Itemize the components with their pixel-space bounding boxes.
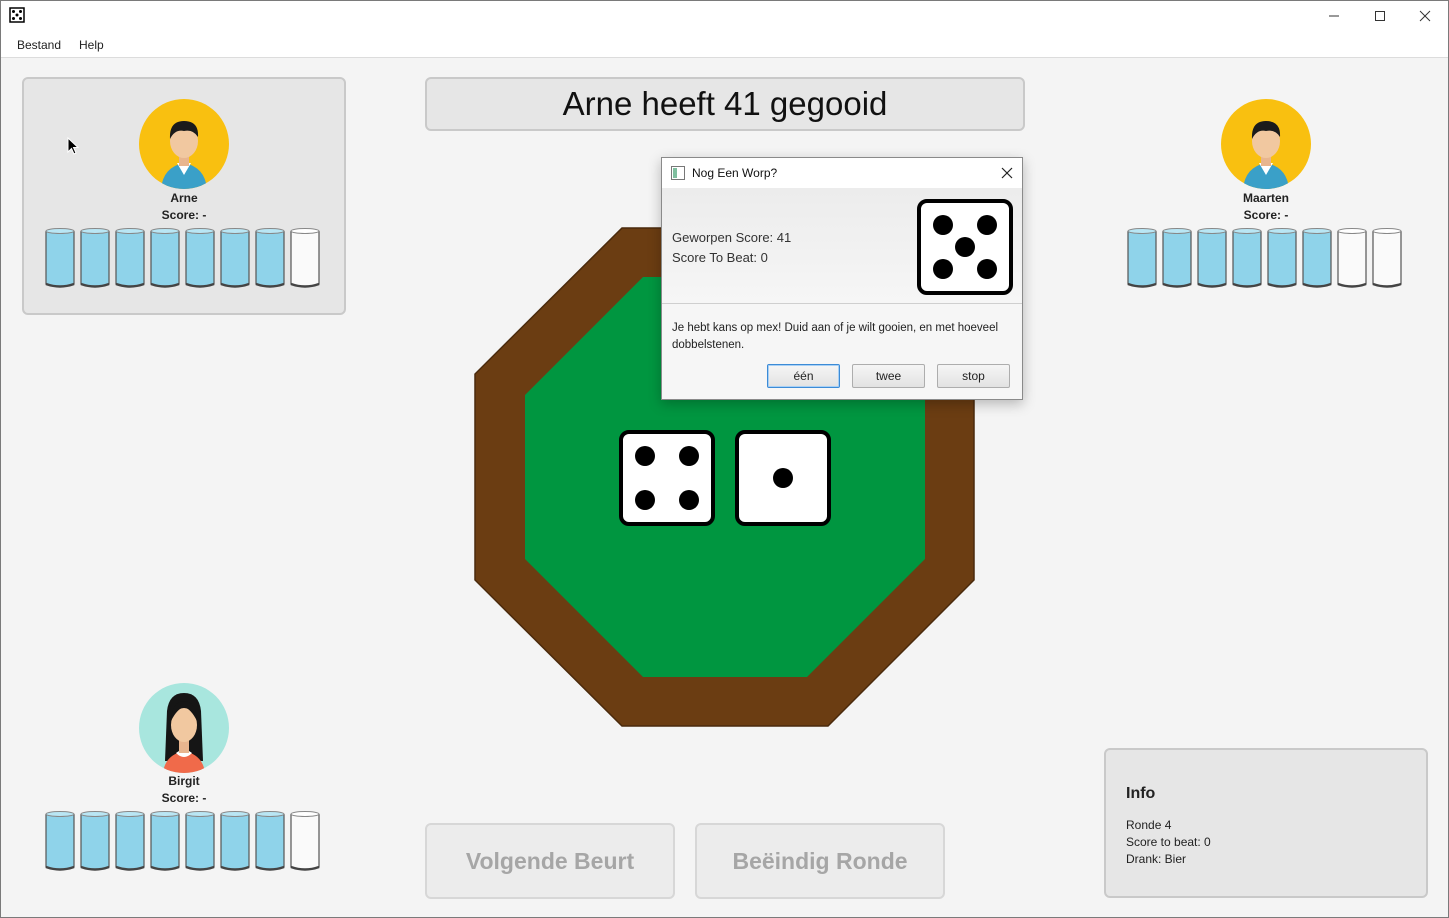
- thrown-score: Geworpen Score: 41: [672, 230, 792, 245]
- glasses-row-arne: [45, 228, 320, 288]
- next-turn-button[interactable]: Volgende Beurt: [425, 823, 675, 899]
- game-window: Bestand Help Arne Score: - Maarten Score…: [0, 0, 1449, 918]
- empty-glass-icon: [290, 811, 320, 871]
- die-pip: [955, 237, 975, 257]
- maximize-button[interactable]: [1357, 1, 1403, 31]
- menu-help[interactable]: Help: [79, 38, 104, 52]
- maximize-icon: [1375, 11, 1385, 21]
- full-glass-icon: [1197, 228, 1227, 288]
- minimize-icon: [1329, 15, 1339, 17]
- full-glass-icon: [255, 228, 285, 288]
- full-glass-icon: [1302, 228, 1332, 288]
- dialog-title-bar: Nog Een Worp?: [662, 158, 1022, 188]
- die-one[interactable]: [735, 430, 831, 526]
- die-pip: [635, 490, 655, 510]
- dialog-message: Je hebt kans op mex! Duid aan of je wilt…: [672, 322, 999, 351]
- empty-glass-icon: [1337, 228, 1367, 288]
- player-score: Score: -: [1243, 208, 1289, 222]
- die-pip: [977, 215, 997, 235]
- full-glass-icon: [80, 811, 110, 871]
- info-title: Info: [1126, 785, 1156, 802]
- one-die-button[interactable]: één: [767, 364, 840, 388]
- full-glass-icon: [220, 811, 250, 871]
- end-round-button[interactable]: Beëindig Ronde: [695, 823, 945, 899]
- dice-app-icon: [9, 7, 25, 23]
- full-glass-icon: [1267, 228, 1297, 288]
- stop-button[interactable]: stop: [937, 364, 1010, 388]
- close-button[interactable]: [1402, 1, 1448, 31]
- die-pip: [635, 446, 655, 466]
- male-avatar-icon: [1221, 99, 1311, 189]
- player-score: Score: -: [161, 208, 207, 222]
- status-banner: Arne heeft 41 gegooid: [425, 77, 1025, 131]
- window-icon: [671, 166, 685, 180]
- mouse-cursor-icon: [67, 137, 79, 155]
- die-pip: [933, 259, 953, 279]
- empty-glass-icon: [290, 228, 320, 288]
- dialog-header: Geworpen Score: 41 Score To Beat: 0: [662, 188, 1022, 304]
- full-glass-icon: [45, 228, 75, 288]
- dialog-close-icon[interactable]: [1001, 167, 1013, 179]
- glasses-row-maarten: [1127, 228, 1402, 288]
- full-glass-icon: [150, 811, 180, 871]
- die-pip: [977, 259, 997, 279]
- male-avatar-icon: [139, 99, 229, 189]
- close-icon: [1419, 10, 1431, 22]
- dialog-title: Nog Een Worp?: [692, 166, 778, 180]
- minimize-button[interactable]: [1311, 1, 1357, 31]
- die-pip: [933, 215, 953, 235]
- info-round: Ronde 4: [1126, 818, 1172, 832]
- full-glass-icon: [1162, 228, 1192, 288]
- die-pip: [679, 446, 699, 466]
- die-five-icon: [917, 199, 1013, 295]
- full-glass-icon: [115, 228, 145, 288]
- full-glass-icon: [1232, 228, 1262, 288]
- female-avatar-icon: [139, 683, 229, 773]
- player-name: Arne: [170, 191, 198, 205]
- full-glass-icon: [185, 228, 215, 288]
- die-pip: [679, 490, 699, 510]
- info-drink: Drank: Bier: [1126, 852, 1187, 866]
- score-to-beat: Score To Beat: 0: [672, 250, 768, 265]
- full-glass-icon: [150, 228, 180, 288]
- full-glass-icon: [45, 811, 75, 871]
- menu-bestand[interactable]: Bestand: [17, 38, 61, 52]
- full-glass-icon: [185, 811, 215, 871]
- title-bar: [1, 1, 1448, 31]
- full-glass-icon: [220, 228, 250, 288]
- menu-bar: Bestand Help: [1, 31, 1448, 58]
- empty-glass-icon: [1372, 228, 1402, 288]
- full-glass-icon: [1127, 228, 1157, 288]
- full-glass-icon: [255, 811, 285, 871]
- full-glass-icon: [115, 811, 145, 871]
- info-score-to-beat: Score to beat: 0: [1126, 835, 1211, 849]
- info-panel: Info Ronde 4 Score to beat: 0 Drank: Bie…: [1104, 748, 1428, 898]
- full-glass-icon: [80, 228, 110, 288]
- glasses-row-birgit: [45, 811, 320, 871]
- die-pip: [773, 468, 793, 488]
- throw-again-dialog: Nog Een Worp? Geworpen Score: 41 Score T…: [661, 157, 1023, 400]
- player-name: Birgit: [168, 774, 200, 788]
- two-dice-button[interactable]: twee: [852, 364, 925, 388]
- player-name: Maarten: [1242, 191, 1289, 205]
- player-score: Score: -: [161, 791, 207, 805]
- die-four[interactable]: [619, 430, 715, 526]
